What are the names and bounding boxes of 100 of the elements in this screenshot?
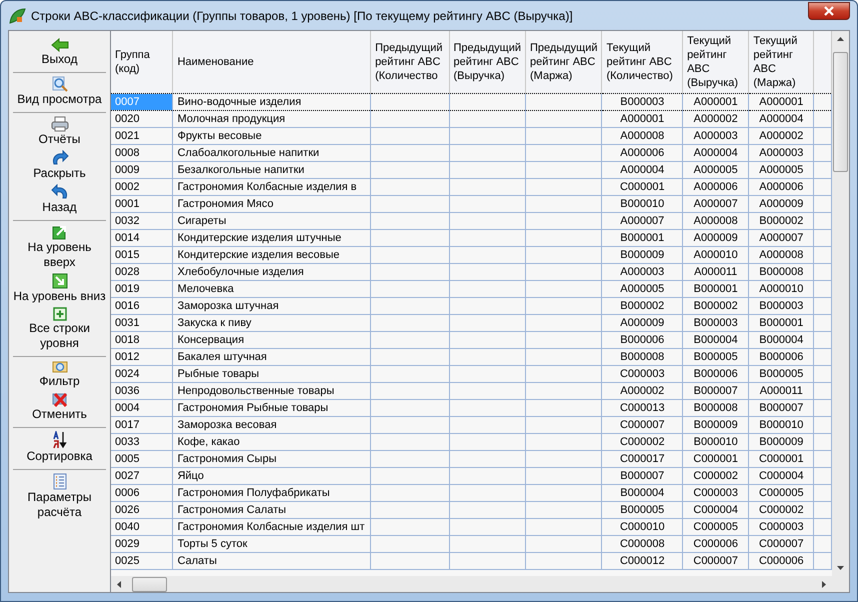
table-cell: Слабоалкогольные напитки bbox=[172, 144, 371, 162]
toolbar-button[interactable]: Все строки уровня bbox=[13, 306, 106, 353]
table-cell: A000004 bbox=[602, 162, 683, 178]
column-header[interactable]: Предыдущий рейтинг ABC (Количество bbox=[370, 31, 450, 94]
table-cell: Непродовольственные товары bbox=[172, 382, 371, 400]
horizontal-scrollbar[interactable] bbox=[111, 576, 849, 592]
table-cell: 0021 bbox=[111, 128, 173, 144]
column-header[interactable]: Предыдущий рейтинг ABC (Маржа) bbox=[526, 31, 602, 94]
table-cell: A000005 bbox=[748, 162, 814, 178]
table-cell: C000004 bbox=[682, 502, 749, 518]
table-cell: C000003 bbox=[602, 366, 683, 382]
sort-icon bbox=[50, 431, 68, 449]
vertical-scrollbar[interactable] bbox=[832, 31, 849, 576]
table-cell: Салаты bbox=[172, 552, 371, 570]
table-cell: A000002 bbox=[602, 382, 683, 400]
table-cell: 0031 bbox=[111, 314, 173, 332]
table-cell: C000002 bbox=[602, 434, 683, 450]
table-cell: Безалкогольные напитки bbox=[172, 162, 371, 178]
table-cell: A000007 bbox=[602, 212, 683, 230]
curved-arrow-icon bbox=[50, 150, 68, 166]
table-cell: B000009 bbox=[748, 434, 814, 450]
table-cell: B000009 bbox=[682, 416, 749, 434]
column-header[interactable]: Группа (код) bbox=[111, 31, 173, 94]
table-cell: A000007 bbox=[682, 196, 749, 212]
table-cell: B000006 bbox=[602, 332, 683, 348]
table-cell: Гастрономия Полуфабрикаты bbox=[172, 484, 371, 502]
scroll-up-icon[interactable] bbox=[836, 35, 845, 44]
toolbar-button[interactable]: Вид просмотра bbox=[13, 75, 106, 109]
table-cell: 0005 bbox=[111, 450, 173, 468]
table-cell: A000009 bbox=[602, 314, 683, 332]
filter-icon bbox=[52, 360, 68, 374]
table-cell: A000003 bbox=[682, 128, 749, 144]
table-cell: 0029 bbox=[111, 536, 173, 552]
table-cell: 0033 bbox=[111, 434, 173, 450]
magnifier-icon bbox=[52, 76, 68, 92]
table-cell: A000008 bbox=[682, 212, 749, 230]
table-cell: C000001 bbox=[602, 178, 683, 196]
table-cell: 0012 bbox=[111, 348, 173, 366]
toolbar-button[interactable]: Параметры расчёта bbox=[13, 472, 106, 522]
table-cell: B000005 bbox=[748, 366, 814, 382]
table-cell: A000003 bbox=[602, 264, 683, 280]
scrollbar-thumb[interactable] bbox=[833, 52, 848, 172]
close-button[interactable] bbox=[808, 2, 850, 20]
table-cell: B000001 bbox=[748, 314, 814, 332]
column-header[interactable]: Наименование bbox=[172, 31, 371, 94]
table-cell: B000006 bbox=[748, 348, 814, 366]
toolbar-button[interactable]: На уровень вниз bbox=[13, 272, 106, 306]
table-cell: Рыбные товары bbox=[172, 366, 371, 382]
table-cell: Гастрономия Салаты bbox=[172, 502, 371, 518]
table-cell: C000001 bbox=[748, 450, 814, 468]
table-cell: B000003 bbox=[682, 314, 749, 332]
column-header[interactable]: Предыдущий рейтинг ABC (Выручка) bbox=[449, 31, 526, 94]
table-cell: 0026 bbox=[111, 502, 173, 518]
table-cell: Гастрономия Сыры bbox=[172, 450, 371, 468]
scrollbar-thumb[interactable] bbox=[132, 576, 167, 592]
table-cell: 0040 bbox=[111, 518, 173, 536]
toolbar-button[interactable]: Отменить bbox=[13, 391, 106, 424]
scroll-left-icon[interactable] bbox=[115, 580, 124, 588]
table-cell: Хлебобулочные изделия bbox=[172, 264, 371, 280]
table-cell: 0028 bbox=[111, 264, 173, 280]
table-cell: A000007 bbox=[748, 230, 814, 246]
table-cell: 0015 bbox=[111, 246, 173, 264]
table-cell: B000004 bbox=[748, 332, 814, 348]
table-cell: B000010 bbox=[602, 196, 683, 212]
table-cell: B000004 bbox=[682, 332, 749, 348]
table-cell: B000002 bbox=[602, 298, 683, 314]
toolbar-button[interactable]: Назад bbox=[13, 183, 106, 217]
table-cell: 0009 bbox=[111, 162, 173, 178]
scroll-down-icon[interactable] bbox=[836, 563, 845, 572]
toolbar-button[interactable]: На уровень вверх bbox=[13, 223, 106, 272]
column-header[interactable]: Текущий рейтинг ABC (Маржа) bbox=[748, 31, 814, 94]
toolbar-button[interactable]: Выход bbox=[13, 37, 106, 69]
table-cell: B000003 bbox=[602, 94, 683, 110]
table-cell: C000002 bbox=[682, 468, 749, 484]
toolbar-button[interactable]: Отчёты bbox=[13, 115, 106, 149]
table-cell: B000003 bbox=[748, 298, 814, 314]
table-cell: C000007 bbox=[602, 416, 683, 434]
table-cell: C000017 bbox=[602, 450, 683, 468]
table-cell: 0016 bbox=[111, 298, 173, 314]
table-cell: B000010 bbox=[748, 416, 814, 434]
table-cell: 0019 bbox=[111, 280, 173, 298]
table-cell: Консервация bbox=[172, 332, 371, 348]
table-cell: A000005 bbox=[602, 280, 683, 298]
table-cell: 0002 bbox=[111, 178, 173, 196]
table-cell: B000009 bbox=[602, 246, 683, 264]
toolbar-button[interactable]: Раскрыть bbox=[13, 149, 106, 183]
printer-icon bbox=[50, 116, 68, 132]
table-cell: 0018 bbox=[111, 332, 173, 348]
toolbar-button[interactable]: Фильтр bbox=[13, 359, 106, 391]
column-header[interactable]: Текущий рейтинг ABC (Количество) bbox=[602, 31, 683, 94]
cancel-icon bbox=[52, 392, 68, 407]
table-cell: A000011 bbox=[748, 382, 814, 400]
table-cell: A000004 bbox=[748, 110, 814, 128]
column-header[interactable]: Текущий рейтинг ABC (Выручка) bbox=[682, 31, 749, 94]
toolbar-button[interactable]: Сортировка bbox=[13, 430, 106, 466]
table-cell: A000006 bbox=[748, 178, 814, 196]
scroll-right-icon[interactable] bbox=[819, 580, 828, 588]
table-cell: 0036 bbox=[111, 382, 173, 400]
table-cell: Бакалея штучная bbox=[172, 348, 371, 366]
table-cell: B000008 bbox=[602, 348, 683, 366]
